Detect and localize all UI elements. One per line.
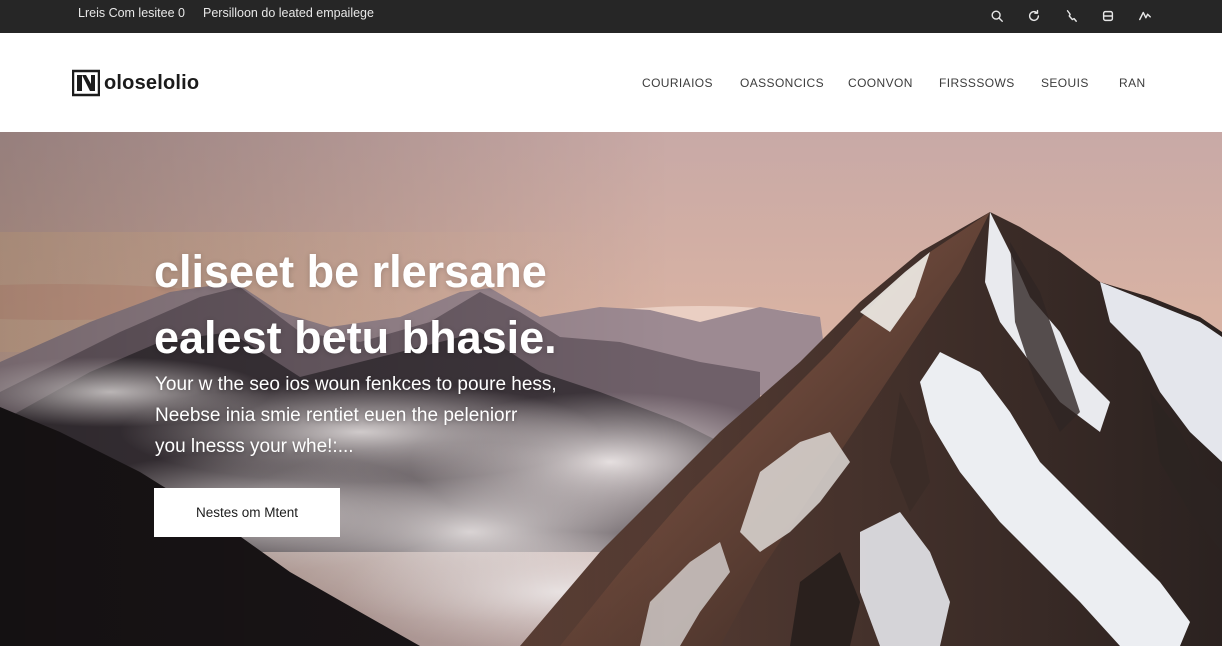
hero-section: cliseet be rlersane ealest betu bhasie. …: [0, 132, 1222, 646]
logo-mark-icon: [72, 69, 100, 97]
top-utility-bar: Lreis Com lesitee 0 Persilloon do leated…: [0, 0, 1222, 33]
nav-item-6[interactable]: RAN: [1119, 76, 1146, 90]
search-icon[interactable]: [978, 5, 1015, 27]
page-bottom-strip: [0, 646, 1222, 669]
topbar-icons: [978, 5, 1163, 27]
topbar-link-2[interactable]: Persilloon do leated empailege: [203, 6, 374, 20]
hero-title: cliseet be rlersane ealest betu bhasie.: [154, 239, 674, 371]
logo-text: oloselolio: [104, 71, 200, 94]
nav-item-3[interactable]: COONVON: [848, 76, 913, 90]
hero-cta-button[interactable]: Nestes om Mtent: [154, 488, 340, 537]
topbar-link-1[interactable]: Lreis Com lesitee 0: [78, 6, 185, 20]
nav-item-2[interactable]: OASSONCICS: [740, 76, 824, 90]
nav-item-4[interactable]: FIRSSSOWS: [939, 76, 1015, 90]
hero-subtitle-line-3: you lnesss your whe!:...: [155, 436, 354, 457]
hero-title-line-2: ealest betu bhasie.: [154, 312, 557, 363]
hero-subtitle-line-1: Your w the seo ios woun fenkces to poure…: [155, 374, 557, 395]
logo[interactable]: oloselolio: [72, 69, 199, 97]
hero-title-line-1: cliseet be rlersane: [154, 246, 547, 297]
nav-item-5[interactable]: SEOUIS: [1041, 76, 1089, 90]
topbar-links: Lreis Com lesitee 0 Persilloon do leated…: [78, 6, 374, 20]
site-header: oloselolio COURIAIOS OASSONCICS COONVON …: [0, 33, 1222, 132]
cart-icon[interactable]: [1089, 5, 1126, 27]
hero-subtitle: Your w the seo ios woun fenkces to poure…: [155, 369, 615, 462]
hero-subtitle-line-2: Neebse inia smie rentiet euen the peleni…: [155, 405, 518, 426]
refresh-icon[interactable]: [1015, 5, 1052, 27]
nav-item-1[interactable]: COURIAIOS: [642, 76, 713, 90]
phone-icon[interactable]: [1052, 5, 1089, 27]
signal-icon[interactable]: [1126, 5, 1163, 27]
